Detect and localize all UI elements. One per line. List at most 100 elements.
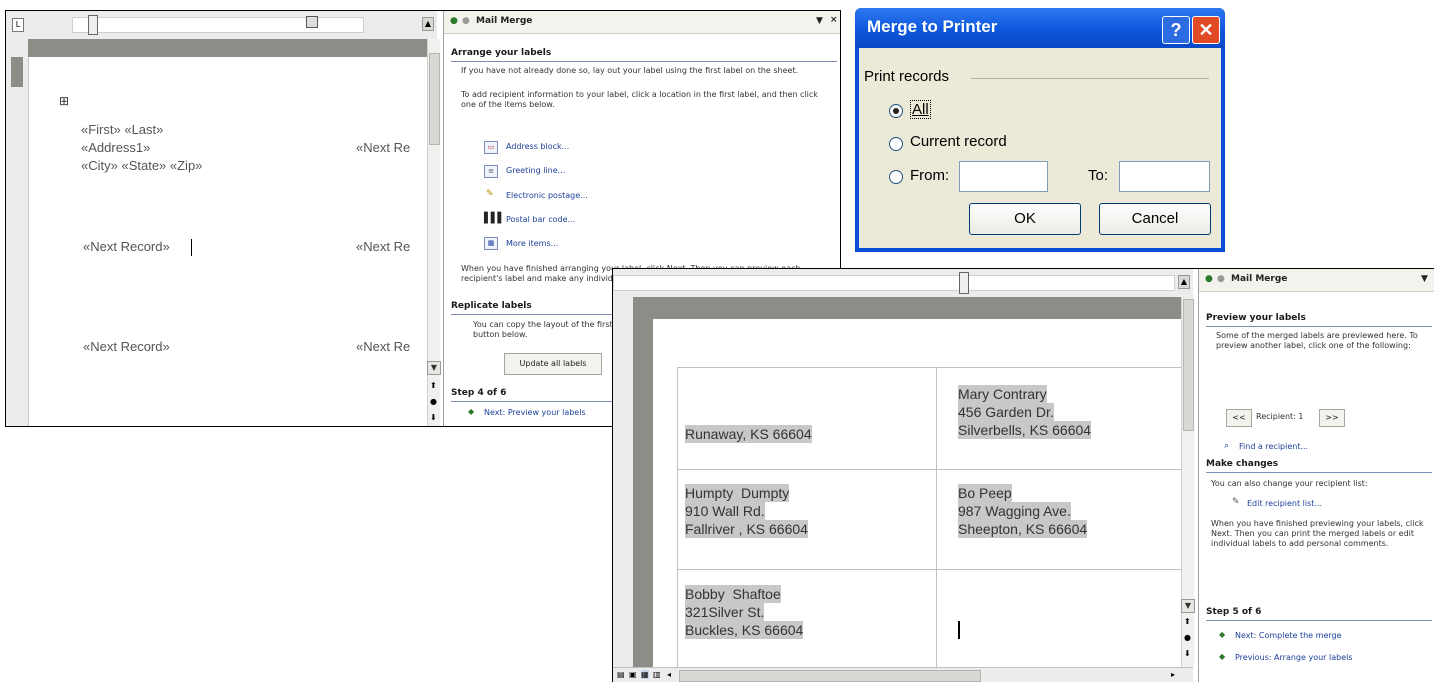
vertical-scrollbar[interactable]: ▼ ⬆ ● ⬇ — [1181, 297, 1195, 667]
task-pane-header: ● ● Mail Merge ▼ — [1199, 269, 1434, 292]
label-line[interactable]: 987 Wagging Ave. — [958, 502, 1071, 520]
label-line[interactable]: Bobby Shaftoe — [685, 585, 781, 603]
label-line[interactable]: Runaway, KS 66604 — [685, 425, 812, 443]
task-pane-title: Mail Merge — [476, 16, 533, 26]
outline-view-icon[interactable]: ▥ — [653, 670, 661, 679]
all-radio-label[interactable]: All — [910, 100, 931, 119]
previous-page-icon[interactable]: ⬆ — [1184, 617, 1191, 626]
previous-recipient-button[interactable]: << — [1226, 409, 1252, 427]
text-cursor — [191, 239, 192, 256]
electronic-postage-link[interactable]: Electronic postage... — [506, 191, 588, 200]
label-line[interactable]: Silverbells, KS 66604 — [958, 421, 1092, 439]
next-page-icon[interactable]: ⬇ — [1184, 649, 1191, 658]
web-layout-view-icon[interactable]: ▣ — [629, 670, 637, 679]
address-block-icon: ▭ — [484, 141, 498, 154]
ok-button[interactable]: OK — [969, 203, 1081, 235]
task-pane-menu-icon[interactable]: ▼ — [816, 16, 823, 26]
next-record-field[interactable]: «Next Re — [356, 238, 410, 256]
scrollbar-thumb[interactable] — [1183, 299, 1194, 431]
text-cursor — [958, 621, 960, 639]
indent-marker-icon[interactable] — [959, 272, 969, 294]
normal-view-icon[interactable]: ▤ — [617, 670, 625, 679]
back-arrow-icon[interactable]: ● — [450, 16, 458, 26]
word-window-preview: ▲ Runaway, KS 66604 Mary Contrary 456 Ga… — [612, 268, 1434, 682]
back-arrow-icon[interactable]: ● — [1205, 274, 1213, 284]
label-line[interactable]: Sheepton, KS 66604 — [958, 520, 1088, 538]
address-block-link[interactable]: Address block... — [506, 142, 569, 151]
greeting-line-icon: ≡ — [484, 165, 498, 178]
next-recipient-button[interactable]: >> — [1319, 409, 1345, 427]
step-indicator: Step 5 of 6 — [1206, 607, 1262, 617]
label-line[interactable]: 321Silver St. — [685, 603, 765, 621]
postal-bar-code-link[interactable]: Postal bar code... — [506, 215, 575, 224]
vertical-ruler[interactable] — [613, 297, 653, 667]
horizontal-scrollbar[interactable]: ▤ ▣ ▦ ▥ ◂ ▸ — [613, 667, 1193, 682]
scroll-left-icon[interactable]: ◂ — [667, 670, 671, 679]
next-record-field[interactable]: «Next Record» — [83, 338, 170, 356]
next-complete-merge-link[interactable]: Next: Complete the merge — [1235, 631, 1342, 640]
vertical-ruler[interactable] — [6, 39, 29, 426]
label-line[interactable]: Buckles, KS 66604 — [685, 621, 804, 639]
scroll-up-icon[interactable]: ▲ — [422, 17, 434, 31]
table-move-handle-icon[interactable]: ⊞ — [59, 92, 69, 110]
close-button[interactable]: ✕ — [1192, 16, 1220, 44]
label-line[interactable]: Mary Contrary — [958, 385, 1047, 403]
previous-arrange-labels-link[interactable]: Previous: Arrange your labels — [1235, 653, 1353, 662]
print-layout-view-icon[interactable]: ▦ — [641, 670, 649, 679]
horizontal-ruler[interactable]: ▲ — [613, 269, 1193, 298]
merge-field-address1[interactable]: «Address1» — [81, 139, 150, 157]
indent-marker-icon[interactable] — [88, 15, 98, 35]
to-label: To: — [1088, 167, 1109, 184]
page-margin-band — [28, 39, 427, 57]
next-page-icon[interactable]: ⬇ — [430, 413, 437, 422]
help-button[interactable]: ? — [1162, 16, 1190, 44]
from-field[interactable] — [959, 161, 1048, 192]
from-radio[interactable] — [889, 170, 903, 184]
update-all-labels-button[interactable]: Update all labels — [504, 353, 602, 375]
to-field[interactable] — [1119, 161, 1210, 192]
label-line[interactable]: Bo Peep — [958, 484, 1012, 502]
merge-field-city-state-zip[interactable]: «City» «State» «Zip» — [81, 157, 202, 175]
greeting-line-link[interactable]: Greeting line... — [506, 166, 565, 175]
current-record-radio-label[interactable]: Current record — [910, 133, 1007, 150]
forward-arrow-icon[interactable]: ● — [462, 16, 470, 26]
forward-arrow-icon[interactable]: ● — [1217, 274, 1225, 284]
find-recipient-link[interactable]: Find a recipient... — [1239, 442, 1308, 451]
cancel-button[interactable]: Cancel — [1099, 203, 1211, 235]
select-browse-object-icon[interactable]: ● — [1184, 633, 1191, 642]
next-arrow-icon: ◆ — [1219, 630, 1226, 639]
label-line[interactable]: Fallriver , KS 66604 — [685, 520, 808, 538]
next-record-field[interactable]: «Next Record» — [83, 238, 170, 256]
close-icon[interactable]: × — [830, 15, 838, 25]
tab-selector-icon[interactable]: L — [12, 18, 24, 32]
scroll-up-icon[interactable]: ▲ — [1178, 275, 1190, 289]
scrollbar-thumb[interactable] — [679, 670, 981, 682]
next-record-field[interactable]: «Next Re — [356, 139, 410, 157]
current-record-radio[interactable] — [889, 137, 903, 151]
merge-field-first-last[interactable]: «First» «Last» — [81, 121, 163, 139]
label-line[interactable]: 456 Garden Dr. — [958, 403, 1054, 421]
all-radio[interactable] — [889, 104, 903, 118]
next-record-field[interactable]: «Next Re — [356, 338, 410, 356]
more-items-link[interactable]: More items... — [506, 239, 558, 248]
scroll-right-icon[interactable]: ▸ — [1171, 670, 1175, 679]
instruction-text: If you have not already done so, lay out… — [461, 66, 799, 75]
select-browse-object-icon[interactable]: ● — [430, 397, 437, 406]
vertical-scrollbar[interactable]: ▼ ⬆ ● ⬇ — [427, 39, 441, 426]
task-pane-menu-icon[interactable]: ▼ — [1421, 274, 1428, 284]
label-line[interactable]: 910 Wall Rd. — [685, 502, 765, 520]
instruction-text: You can also change your recipient list: — [1211, 479, 1368, 488]
label-line[interactable]: Humpty Dumpty — [685, 484, 790, 502]
next-preview-labels-link[interactable]: Next: Preview your labels — [484, 408, 586, 417]
edit-recipient-list-link[interactable]: Edit recipient list... — [1247, 499, 1322, 508]
group-divider — [971, 78, 1209, 79]
horizontal-ruler[interactable]: L ▲ — [6, 11, 437, 40]
print-records-group-label: Print records — [864, 68, 950, 85]
scrollbar-thumb[interactable] — [429, 53, 440, 145]
column-marker-icon[interactable] — [306, 16, 318, 28]
previous-page-icon[interactable]: ⬆ — [430, 381, 437, 390]
instruction-text: Some of the merged labels are previewed … — [1216, 331, 1418, 350]
dialog-body: Print records All Current record From: T… — [859, 48, 1221, 248]
scroll-down-icon[interactable]: ▼ — [1181, 599, 1195, 613]
scroll-down-icon[interactable]: ▼ — [427, 361, 441, 375]
